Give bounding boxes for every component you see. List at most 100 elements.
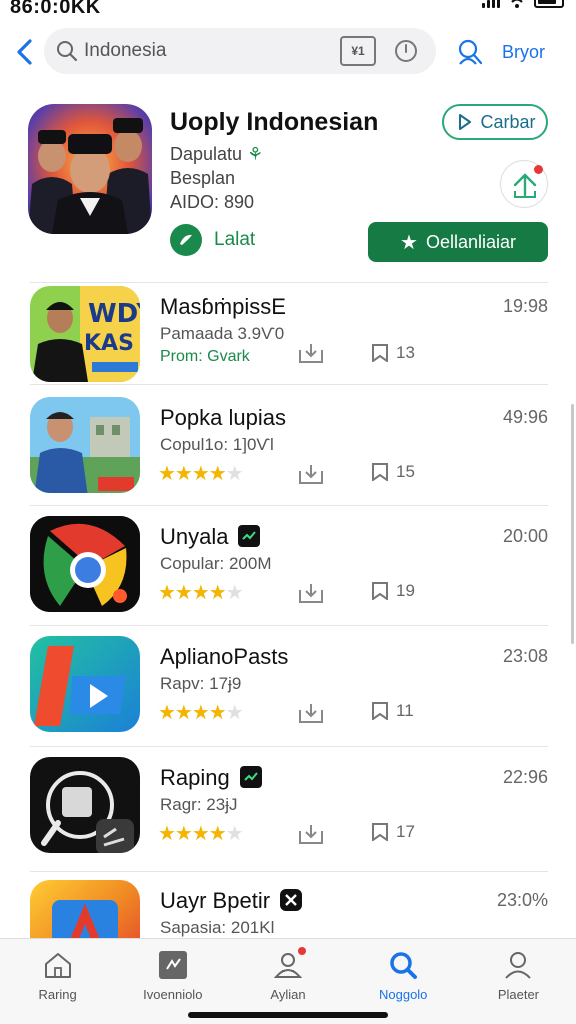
bookmark-count: 15: [396, 462, 415, 481]
scrollbar[interactable]: [571, 404, 574, 644]
lalat-label: Lalat: [214, 229, 256, 250]
app-time: 19:98: [502, 296, 548, 316]
bookmark-count: 19: [396, 581, 415, 600]
account-icon[interactable]: [456, 38, 484, 66]
bookmark-icon[interactable]: [372, 702, 388, 720]
home-icon: [44, 953, 71, 978]
app-list-item[interactable]: AplianoPasts Rapv: 17ɉ9 ★★★★★ 11 23:08: [0, 636, 576, 756]
download-icon[interactable]: [298, 823, 324, 845]
battery-icon: [534, 0, 564, 8]
primary-action-button[interactable]: ★ Oellanliaiar: [368, 222, 548, 262]
play-outline-icon: [459, 114, 472, 130]
download-icon[interactable]: [298, 702, 324, 724]
featured-app-meta: AIDO: 890: [170, 192, 255, 212]
tab-profile[interactable]: Plaeter: [461, 939, 576, 1024]
app-list-item[interactable]: WDY KAS MasɓṁpissE Pamaada 3.9Ѵ0 Prom: G…: [0, 286, 576, 406]
app-name: Raping: [160, 765, 262, 791]
carbar-button[interactable]: Carbar: [442, 104, 548, 140]
divider: [30, 871, 548, 872]
app-name: MasɓṁpissE: [160, 294, 286, 319]
star-rating: ★★★★★: [158, 463, 244, 485]
bookmark-icon[interactable]: [372, 823, 388, 841]
app-subtitle: Sapasia: 201Kl: [160, 918, 275, 937]
keyboard-button[interactable]: ¥1: [340, 36, 376, 66]
search-input[interactable]: Indonesia: [84, 40, 166, 62]
profile-icon: [505, 952, 532, 979]
app-time: 20:00: [502, 526, 548, 546]
tab-label: Aylian: [270, 987, 306, 1002]
back-icon[interactable]: [12, 38, 38, 66]
tab-label: Noggolo: [378, 987, 428, 1002]
app-list-item[interactable]: Popka lupias Copul1o: 1]0Ѵl ★★★★★ 15 49:…: [0, 397, 576, 517]
notification-dot: [534, 165, 543, 174]
app-time: 23:08: [502, 646, 548, 666]
featured-app-image[interactable]: [28, 104, 152, 234]
divider: [30, 746, 548, 747]
divider: [30, 384, 548, 385]
header-link[interactable]: Bryor: [502, 42, 545, 63]
app-name: Uayr Bpetir: [160, 888, 303, 914]
download-icon[interactable]: [298, 463, 324, 485]
share-button[interactable]: [500, 160, 548, 208]
app-name-text: Raping: [160, 765, 230, 790]
app-icon[interactable]: [30, 397, 140, 493]
star-rating: ★★★★★: [158, 823, 244, 845]
apps-icon: [158, 951, 187, 979]
verified-leaf-icon: ⚘: [247, 144, 264, 164]
status-icons: [482, 0, 564, 8]
featured-developer-text: Dapulatu: [170, 144, 243, 164]
tab-label: Raring: [38, 987, 77, 1002]
divider: [30, 625, 548, 626]
bottom-tab-bar: Raring Ivoenniolo Aylian Noggolo Plaeter: [0, 938, 576, 1024]
app-time: 49:96: [502, 407, 548, 427]
star-icon: ★: [400, 231, 418, 254]
carbar-button-label: Carbar: [480, 111, 536, 132]
app-name: Popka lupias: [160, 405, 286, 430]
app-list-item[interactable]: Uayr Bpetir Sapasia: 201Kl 23:0%: [0, 880, 576, 938]
lalat-link[interactable]: Lalat: [170, 224, 255, 256]
app-list-item[interactable]: Unyala Copular: 200M ★★★★★ 19 20:00: [0, 516, 576, 636]
bookmark-count: 17: [396, 822, 415, 841]
signal-icon: [482, 0, 500, 8]
app-subtitle: Copul1o: 1]0Ѵl: [160, 435, 274, 454]
app-icon[interactable]: [30, 757, 140, 853]
bookmark-icon[interactable]: [372, 463, 388, 481]
bookmark-icon[interactable]: [372, 582, 388, 600]
download-icon[interactable]: [298, 582, 324, 604]
svg-text:KAS: KAS: [84, 331, 134, 356]
app-name: AplianoPasts: [160, 644, 289, 669]
app-subtitle: Ragr: 23ɉJ: [160, 795, 238, 814]
bookmark-icon[interactable]: [372, 344, 388, 362]
app-subtitle: Copular: 200M: [160, 554, 272, 573]
divider: [30, 282, 548, 283]
app-name-text: Uayr Bpetir: [160, 888, 271, 913]
app-icon[interactable]: WDY KAS: [30, 286, 140, 382]
featured-app-title: Uoply Indonesian: [170, 108, 379, 136]
app-icon[interactable]: [30, 636, 140, 732]
status-time: 86:0:0KK: [10, 0, 101, 18]
app-list-item[interactable]: Raping Ragr: 23ɉJ ★★★★★ 17 22:96: [0, 757, 576, 877]
featured-app-card: Uoply Indonesian Dapulatu ⚘ Besplan AIDO…: [0, 104, 576, 284]
wifi-icon: [511, 0, 523, 8]
bookmark-count: 11: [396, 701, 414, 720]
download-icon[interactable]: [298, 342, 324, 364]
app-time: 22:96: [502, 767, 548, 787]
status-bar: 86:0:0KK: [0, 0, 576, 22]
primary-action-label: Oellanliaiar: [425, 231, 516, 252]
app-icon[interactable]: [30, 880, 140, 938]
svg-text:WDY: WDY: [88, 299, 140, 329]
search-icon: [57, 41, 78, 62]
tab-label: Plaeter: [497, 987, 540, 1002]
tab-home[interactable]: Raring: [0, 939, 115, 1024]
app-developer: Prom: Gvark: [160, 348, 250, 365]
history-icon[interactable]: [394, 39, 418, 63]
search-field[interactable]: Indonesia ¥1: [44, 28, 436, 74]
app-icon[interactable]: [30, 516, 140, 612]
app-subtitle: Rapv: 17ɉ9: [160, 674, 242, 693]
tab-label: Ivoenniolo: [143, 987, 203, 1002]
lalat-icon: [170, 224, 202, 256]
app-subtitle: Pamaada 3.9Ѵ0: [160, 324, 285, 343]
divider: [30, 505, 548, 506]
app-name: Unyala: [160, 524, 261, 550]
home-indicator: [188, 1012, 388, 1018]
